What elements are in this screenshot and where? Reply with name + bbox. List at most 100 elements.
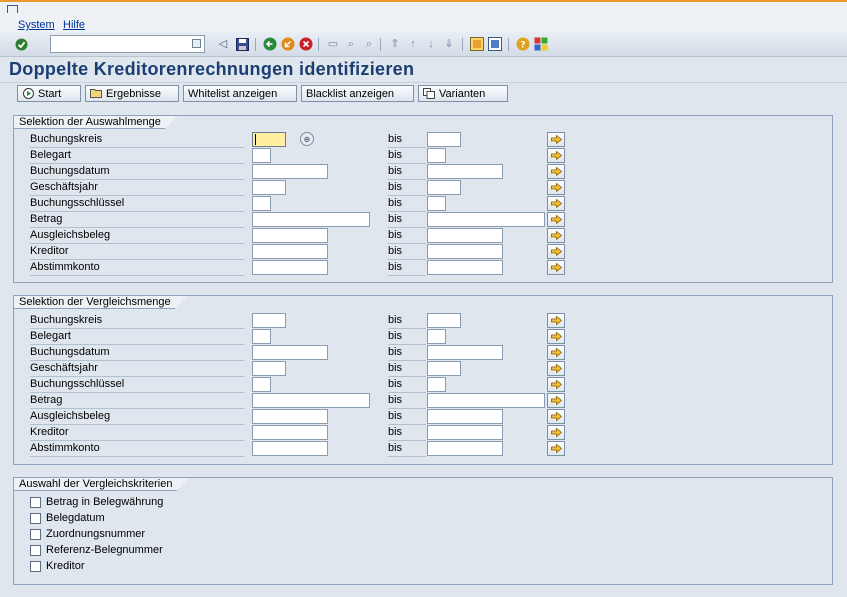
checkbox-label: Betrag in Belegwährung [46, 496, 164, 508]
bis-label: bis [388, 378, 426, 393]
v-kreditor-from-input[interactable] [252, 425, 328, 440]
betrag-from-input[interactable] [252, 212, 370, 227]
whitelist-label: Whitelist anzeigen [188, 87, 278, 100]
command-history-icon[interactable] [192, 39, 201, 48]
abstimmkonto-to-input[interactable] [427, 260, 503, 275]
search-help-icon[interactable]: ⊕ [300, 132, 314, 146]
v-belegart-from-input[interactable] [252, 329, 271, 344]
ergebnisse-button[interactable]: Ergebnisse [85, 85, 179, 102]
geschaeftsjahr-to-input[interactable] [427, 180, 461, 195]
v-betrag-to-input[interactable] [427, 393, 545, 408]
bis-label: bis [388, 442, 426, 457]
previous-page-icon[interactable]: ↑ [406, 37, 420, 51]
v-buchungskreis-from-input[interactable] [252, 313, 286, 328]
betrag-checkbox[interactable] [30, 496, 41, 508]
multiple-selection-arrow-icon[interactable] [547, 441, 565, 456]
ausgleichsbeleg-to-input[interactable] [427, 228, 503, 243]
belegart-from-input[interactable] [252, 148, 271, 163]
find-icon[interactable]: ⌕ [344, 37, 358, 51]
v-buchungsschluessel-to-input[interactable] [427, 377, 446, 392]
find-next-icon[interactable]: ⌕ [362, 37, 376, 51]
print-icon[interactable]: ▭ [326, 37, 340, 51]
shortcut-icon[interactable] [488, 37, 502, 51]
auswahl-row-ausgleichsbeleg: Ausgleichsbeleg bis [14, 228, 832, 244]
multiple-selection-arrow-icon[interactable] [547, 148, 565, 163]
v-buchungsdatum-to-input[interactable] [427, 345, 503, 360]
field-label: Buchungskreis [30, 314, 244, 329]
kreditor-from-input[interactable] [252, 244, 328, 259]
multiple-selection-arrow-icon[interactable] [547, 409, 565, 424]
abstimmkonto-from-input[interactable] [252, 260, 328, 275]
belegdatum-checkbox[interactable] [30, 512, 41, 524]
referenz-belegnummer-checkbox[interactable] [30, 544, 41, 556]
start-button[interactable]: Start [17, 85, 81, 102]
bis-label: bis [388, 362, 426, 377]
v-buchungskreis-to-input[interactable] [427, 313, 461, 328]
multiple-selection-arrow-icon[interactable] [547, 196, 565, 211]
layout-menu-icon[interactable] [534, 37, 548, 51]
multiple-selection-arrow-icon[interactable] [547, 377, 565, 392]
save-icon[interactable] [235, 37, 249, 51]
blacklist-button[interactable]: Blacklist anzeigen [301, 85, 414, 102]
multiple-selection-arrow-icon[interactable] [547, 345, 565, 360]
v-geschaeftsjahr-from-input[interactable] [252, 361, 286, 376]
belegart-to-input[interactable] [427, 148, 446, 163]
v-abstimmkonto-from-input[interactable] [252, 441, 328, 456]
buchungsdatum-from-input[interactable] [252, 164, 328, 179]
buchungsschluessel-from-input[interactable] [252, 196, 271, 211]
exit-icon[interactable] [281, 37, 295, 51]
zuordnungsnummer-checkbox[interactable] [30, 528, 41, 540]
first-page-icon[interactable]: ⇑ [388, 37, 402, 51]
multiple-selection-arrow-icon[interactable] [547, 164, 565, 179]
v-abstimmkonto-to-input[interactable] [427, 441, 503, 456]
last-page-icon[interactable]: ⇓ [442, 37, 456, 51]
ausgleichsbeleg-from-input[interactable] [252, 228, 328, 243]
v-buchungsschluessel-from-input[interactable] [252, 377, 271, 392]
geschaeftsjahr-from-input[interactable] [252, 180, 286, 195]
betrag-to-input[interactable] [427, 212, 545, 227]
menu-system[interactable]: System [18, 19, 55, 31]
multiple-selection-arrow-icon[interactable] [547, 361, 565, 376]
multiple-selection-arrow-icon[interactable] [547, 393, 565, 408]
vergleich-row-betrag: Betrag bis [14, 393, 832, 409]
multiple-selection-arrow-icon[interactable] [547, 244, 565, 259]
command-input[interactable] [51, 36, 186, 52]
buchungskreis-to-input[interactable] [427, 132, 461, 147]
multiple-selection-arrow-icon[interactable] [547, 132, 565, 147]
multiple-selection-arrow-icon[interactable] [547, 180, 565, 195]
next-page-icon[interactable]: ↓ [424, 37, 438, 51]
multiple-selection-arrow-icon[interactable] [547, 425, 565, 440]
enter-icon[interactable] [14, 37, 28, 51]
v-betrag-from-input[interactable] [252, 393, 370, 408]
field-label: Abstimmkonto [30, 261, 244, 276]
new-session-icon[interactable] [470, 37, 484, 51]
help-icon[interactable]: ? [516, 37, 530, 51]
buchungsdatum-to-input[interactable] [427, 164, 503, 179]
v-geschaeftsjahr-to-input[interactable] [427, 361, 461, 376]
v-belegart-to-input[interactable] [427, 329, 446, 344]
kreditor-to-input[interactable] [427, 244, 503, 259]
varianten-button[interactable]: Varianten [418, 85, 508, 102]
back-icon[interactable] [263, 37, 277, 51]
multiple-selection-arrow-icon[interactable] [547, 212, 565, 227]
multiple-selection-arrow-icon[interactable] [547, 329, 565, 344]
v-ausgleichsbeleg-from-input[interactable] [252, 409, 328, 424]
whitelist-button[interactable]: Whitelist anzeigen [183, 85, 297, 102]
multiple-selection-arrow-icon[interactable] [547, 260, 565, 275]
auswahl-row-buchungsschluessel: Buchungsschlüssel bis [14, 196, 832, 212]
bis-label: bis [388, 133, 426, 148]
cancel-icon[interactable] [299, 37, 313, 51]
buchungskreis-from-input[interactable] [252, 132, 286, 147]
v-ausgleichsbeleg-to-input[interactable] [427, 409, 503, 424]
multiple-selection-arrow-icon[interactable] [547, 313, 565, 328]
menu-hilfe[interactable]: Hilfe [63, 19, 85, 31]
back-arrow-icon[interactable]: ◁ [216, 37, 230, 51]
window-menu-icon[interactable] [7, 5, 18, 13]
kreditor-checkbox[interactable] [30, 560, 41, 572]
v-buchungsdatum-from-input[interactable] [252, 345, 328, 360]
v-kreditor-to-input[interactable] [427, 425, 503, 440]
command-field[interactable] [50, 35, 205, 53]
buchungsschluessel-to-input[interactable] [427, 196, 446, 211]
criteria-item: Kreditor [30, 559, 85, 573]
multiple-selection-arrow-icon[interactable] [547, 228, 565, 243]
